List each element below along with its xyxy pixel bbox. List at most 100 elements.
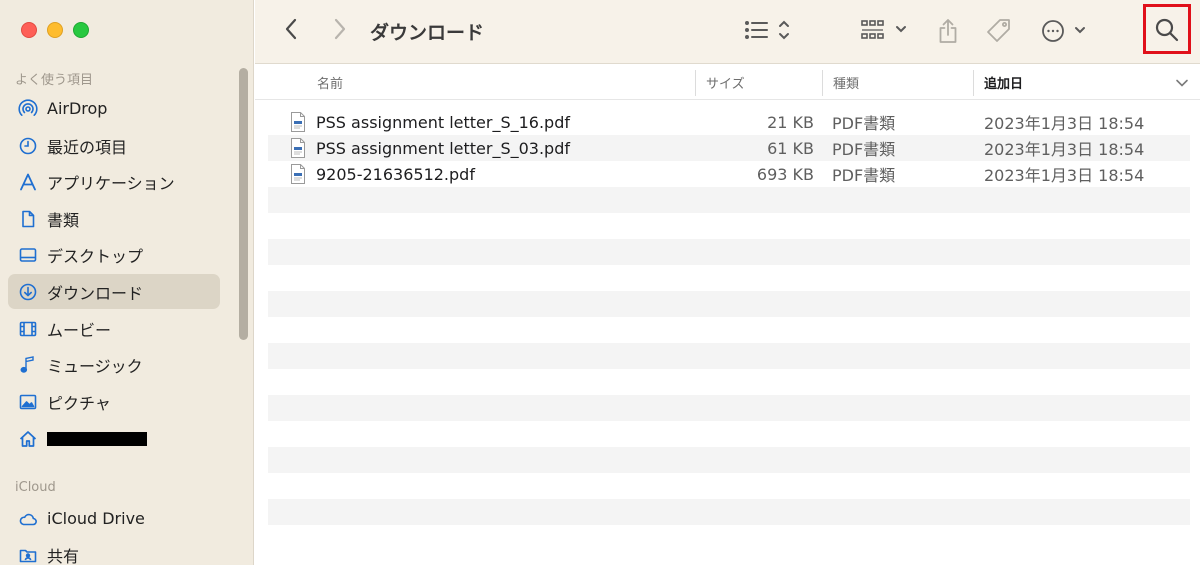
file-row[interactable]: PSS assignment letter_S_03.pdf 61 KB PDF… (268, 135, 1190, 161)
column-divider[interactable] (695, 70, 696, 96)
empty-row (268, 239, 1190, 265)
empty-row (268, 447, 1190, 473)
grid-group-icon (861, 20, 906, 39)
column-divider[interactable] (822, 70, 823, 96)
file-date: 2023年1月3日 18:54 (984, 140, 1145, 159)
window-controls (21, 22, 89, 38)
pdf-file-icon (291, 138, 305, 158)
favorites-section-title: よく使う項目 (15, 73, 94, 88)
sidebar-item-label: ダウンロード (47, 283, 144, 303)
minimize-window-button[interactable] (47, 22, 63, 38)
zoom-window-button[interactable] (73, 22, 89, 38)
sidebar-item-applications[interactable]: アプリケーション (8, 164, 220, 199)
more-actions-button[interactable] (1039, 16, 1091, 46)
sidebar-item-label: ミュージック (47, 356, 143, 376)
empty-row (268, 369, 1190, 395)
file-list: PSS assignment letter_S_16.pdf 21 KB PDF… (268, 109, 1190, 551)
back-button[interactable] (279, 17, 303, 41)
sidebar-item-airdrop[interactable]: AirDrop (8, 91, 220, 126)
empty-row (268, 187, 1190, 213)
column-size[interactable]: サイズ (706, 65, 745, 100)
cloud-icon (18, 509, 38, 529)
file-kind: PDF書類 (832, 114, 896, 133)
file-date: 2023年1月3日 18:54 (984, 166, 1145, 185)
sidebar-item-label: 共有 (47, 546, 80, 565)
toolbar: ダウンロード (255, 0, 1200, 64)
tag-button[interactable] (983, 16, 1015, 46)
sidebar-item-home[interactable] (8, 421, 220, 456)
applications-icon (18, 172, 38, 192)
pdf-file-icon (291, 112, 305, 132)
empty-row (268, 395, 1190, 421)
more-ellipsis-icon (1042, 20, 1085, 42)
download-icon (18, 282, 38, 302)
empty-row (268, 291, 1190, 317)
file-date: 2023年1月3日 18:54 (984, 114, 1145, 133)
empty-row (268, 265, 1190, 291)
sidebar-item-label: 書類 (47, 210, 80, 230)
file-size: 693 KB (756, 164, 814, 184)
file-row[interactable]: 9205-21636512.pdf 693 KB PDF書類 2023年1月3日… (268, 161, 1190, 187)
empty-row (268, 473, 1190, 499)
sidebar-item-label: アプリケーション (47, 173, 175, 193)
column-kind[interactable]: 種類 (833, 65, 859, 100)
forward-button[interactable] (328, 17, 352, 41)
document-icon (18, 209, 38, 229)
shared-folder-icon (18, 545, 38, 565)
empty-row (268, 213, 1190, 239)
chevron-right-icon (334, 18, 346, 40)
sidebar-item-label: ムービー (47, 320, 112, 340)
close-window-button[interactable] (21, 22, 37, 38)
sidebar-item-shared[interactable]: 共有 (8, 537, 220, 565)
sidebar-item-icloud-drive[interactable]: iCloud Drive (8, 501, 220, 536)
file-name: 9205-21636512.pdf (316, 164, 475, 184)
share-button[interactable] (935, 16, 961, 46)
sidebar-scrollbar[interactable] (239, 68, 248, 340)
column-name[interactable]: 名前 (317, 65, 343, 100)
view-mode-button[interactable] (743, 16, 795, 44)
pdf-file-icon (291, 164, 305, 184)
sidebar-item-desktop[interactable]: デスクトップ (8, 237, 220, 272)
sidebar-item-label: ピクチャ (47, 393, 111, 413)
file-size: 61 KB (767, 138, 814, 158)
group-button[interactable] (859, 16, 911, 44)
search-highlight-box (1143, 4, 1191, 54)
sidebar: よく使う項目 AirDrop 最近の項目 アプリケーション 書類 デスクトップ … (0, 0, 254, 565)
redacted-label (47, 431, 147, 446)
sort-chevron-down-icon[interactable] (1175, 65, 1189, 100)
recents-clock-icon (18, 136, 38, 156)
sidebar-item-movies[interactable]: ムービー (8, 311, 220, 346)
column-header: 名前 サイズ 種類 追加日 (255, 65, 1200, 100)
sidebar-item-documents[interactable]: 書類 (8, 201, 220, 236)
file-kind: PDF書類 (832, 140, 896, 159)
sidebar-item-label: デスクトップ (47, 246, 144, 266)
sidebar-item-pictures[interactable]: ピクチャ (8, 384, 220, 419)
file-row[interactable]: PSS assignment letter_S_16.pdf 21 KB PDF… (268, 109, 1190, 135)
empty-row (268, 421, 1190, 447)
file-name: PSS assignment letter_S_16.pdf (316, 112, 570, 132)
icloud-section-title: iCloud (15, 480, 56, 495)
column-date-added[interactable]: 追加日 (984, 65, 1023, 100)
sidebar-item-label: AirDrop (47, 99, 108, 118)
file-name: PSS assignment letter_S_03.pdf (316, 138, 570, 158)
window-title: ダウンロード (370, 22, 485, 44)
sidebar-item-label: 最近の項目 (47, 137, 128, 157)
empty-row (268, 317, 1190, 343)
airdrop-icon (18, 98, 38, 119)
sidebar-item-label: iCloud Drive (47, 509, 145, 528)
file-kind: PDF書類 (832, 166, 896, 185)
sidebar-item-music[interactable]: ミュージック (8, 347, 220, 382)
tag-icon (987, 19, 1010, 42)
music-note-icon (18, 355, 38, 375)
sidebar-item-downloads[interactable]: ダウンロード (8, 274, 220, 309)
column-divider[interactable] (973, 70, 974, 96)
desktop-icon (18, 245, 38, 265)
photo-icon (18, 392, 38, 412)
sidebar-item-recents[interactable]: 最近の項目 (8, 128, 220, 163)
file-size: 21 KB (767, 112, 814, 132)
chevron-left-icon (285, 18, 297, 40)
empty-row (268, 343, 1190, 369)
movie-film-icon (18, 319, 38, 339)
empty-row (268, 525, 1190, 551)
home-icon (18, 429, 38, 449)
